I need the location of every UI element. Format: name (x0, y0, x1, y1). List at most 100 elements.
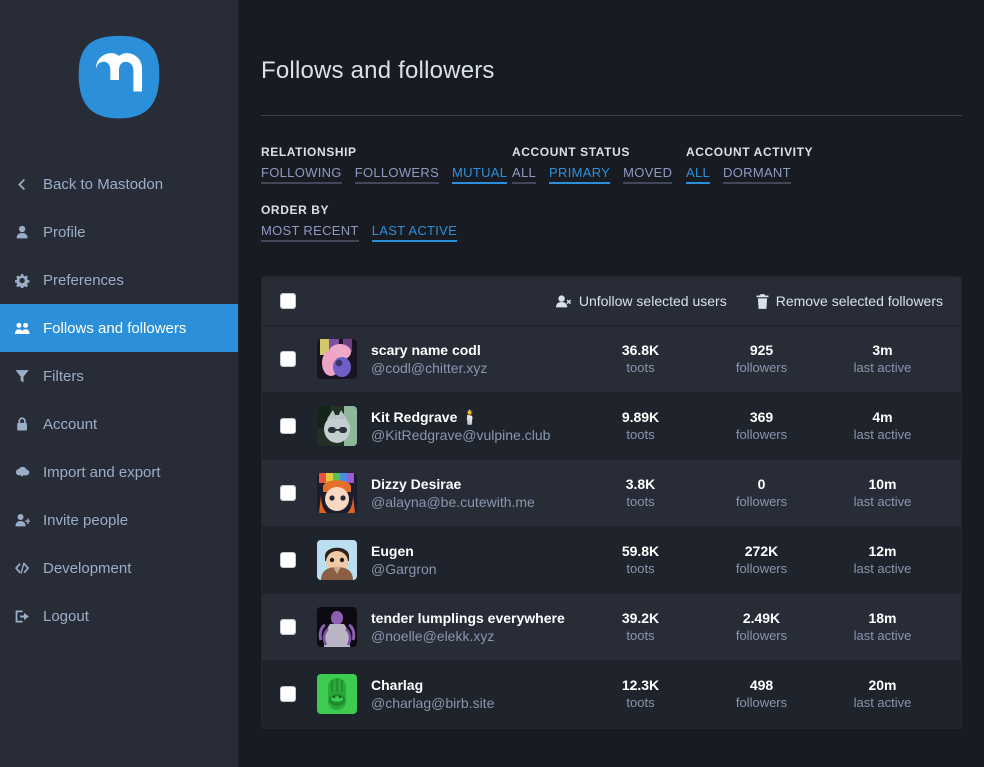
candle-icon: 🕯️ (457, 409, 478, 425)
sidebar-item-follows-and-followers[interactable]: Follows and followers (0, 304, 238, 352)
last-active-stat-label: last active (822, 493, 943, 511)
toots-stat: 59.8Ktoots (580, 543, 701, 578)
sidebar-item-logout[interactable]: Logout (0, 592, 238, 640)
filter-group-account-activity: ACCOUNT ACTIVITYALLDORMANT (686, 145, 886, 184)
user-times-icon (556, 294, 572, 308)
filter-panel: RELATIONSHIPFOLLOWINGFOLLOWERSMUTUALACCO… (261, 145, 962, 265)
last-active-stat-value: 20m (822, 677, 943, 694)
avatar (317, 674, 357, 714)
sidebar-item-import-and-export[interactable]: Import and export (0, 448, 238, 496)
filter-option-account-status-primary[interactable]: PRIMARY (549, 165, 610, 184)
table-row[interactable]: tender lumplings everywhere@noelle@elekk… (262, 594, 961, 661)
followers-stat: 2.49Kfollowers (701, 610, 822, 645)
row-checkbox-cell (280, 619, 317, 635)
last-active-stat: 3mlast active (822, 342, 943, 377)
last-active-stat-label: last active (822, 359, 943, 377)
filter-option-order-by-last-active[interactable]: LAST ACTIVE (372, 223, 457, 242)
filter-options: ALL DORMANT (686, 165, 886, 184)
table-row[interactable]: Dizzy Desirae@alayna@be.cutewith.me3.8Kt… (262, 460, 961, 527)
account-display-name: Charlag (371, 677, 580, 694)
remove-selected-followers-button[interactable]: Remove selected followers (756, 293, 943, 309)
row-select-checkbox[interactable] (280, 418, 296, 434)
row-select-checkbox[interactable] (280, 619, 296, 635)
account-display-name: Eugen (371, 543, 580, 560)
sidebar-item-label: Logout (43, 608, 89, 625)
row-checkbox-cell (280, 418, 317, 434)
account-identity: Charlag@charlag@birb.site (371, 677, 580, 712)
sidebar-item-label: Import and export (43, 464, 161, 481)
last-active-stat: 12mlast active (822, 543, 943, 578)
sidebar-item-account[interactable]: Account (0, 400, 238, 448)
filter-option-relationship-mutual[interactable]: MUTUAL (452, 165, 507, 184)
avatar (317, 406, 357, 446)
table-row[interactable]: Eugen@Gargron59.8Ktoots272Kfollowers12ml… (262, 527, 961, 594)
followers-stat-value: 0 (701, 476, 822, 493)
sidebar-item-preferences[interactable]: Preferences (0, 256, 238, 304)
table-row[interactable]: Kit Redgrave 🕯️@KitRedgrave@vulpine.club… (262, 393, 961, 460)
account-display-name: Dizzy Desirae (371, 476, 580, 493)
row-select-checkbox[interactable] (280, 351, 296, 367)
sidebar-item-back-to-mastodon[interactable]: Back to Mastodon (0, 160, 238, 208)
filter-option-account-activity-dormant[interactable]: DORMANT (723, 165, 791, 184)
filter-group-title: ACCOUNT STATUS (512, 145, 686, 159)
select-all-checkbox[interactable] (280, 293, 296, 309)
filter-options: ALL PRIMARY MOVED (512, 165, 686, 184)
chevron-left-icon (15, 177, 37, 192)
toots-stat-label: toots (580, 426, 701, 444)
toots-stat-label: toots (580, 493, 701, 511)
sign-out-icon (15, 609, 37, 624)
sidebar-item-label: Follows and followers (43, 320, 186, 337)
unfollow-selected-users-button[interactable]: Unfollow selected users (556, 293, 727, 309)
followers-stat: 925followers (701, 342, 822, 377)
filter-option-account-status-all[interactable]: ALL (512, 165, 536, 184)
row-checkbox-cell (280, 351, 317, 367)
followers-stat: 272Kfollowers (701, 543, 822, 578)
toots-stat-value: 3.8K (580, 476, 701, 493)
sidebar-item-label: Preferences (43, 272, 124, 289)
table-row[interactable]: scary name codl@codl@chitter.xyz36.8Ktoo… (262, 326, 961, 393)
last-active-stat-value: 12m (822, 543, 943, 560)
filter-option-relationship-following[interactable]: FOLLOWING (261, 165, 342, 184)
followers-stat-label: followers (701, 627, 822, 645)
unfollow-selected-users-label: Unfollow selected users (579, 293, 727, 309)
followers-stat-label: followers (701, 694, 822, 712)
last-active-stat-value: 10m (822, 476, 943, 493)
main-content: Follows and followers RELATIONSHIPFOLLOW… (239, 0, 984, 767)
followers-stat: 369followers (701, 409, 822, 444)
account-handle: @codl@chitter.xyz (371, 359, 580, 377)
followers-stat-label: followers (701, 493, 822, 511)
table-row[interactable]: Charlag@charlag@birb.site12.3Ktoots498fo… (262, 661, 961, 728)
row-select-checkbox[interactable] (280, 686, 296, 702)
sidebar-item-label: Back to Mastodon (43, 176, 163, 193)
sidebar-item-development[interactable]: Development (0, 544, 238, 592)
followers-stat: 0followers (701, 476, 822, 511)
sidebar-item-label: Filters (43, 368, 84, 385)
lock-icon (15, 417, 37, 432)
title-divider (261, 115, 962, 116)
user-plus-icon (15, 513, 37, 528)
toots-stat-value: 59.8K (580, 543, 701, 560)
filter-option-order-by-most-recent[interactable]: MOST RECENT (261, 223, 359, 242)
filter-option-account-status-moved[interactable]: MOVED (623, 165, 672, 184)
last-active-stat-label: last active (822, 560, 943, 578)
row-checkbox-cell (280, 485, 317, 501)
sidebar-item-invite-people[interactable]: Invite people (0, 496, 238, 544)
avatar (317, 607, 357, 647)
row-select-checkbox[interactable] (280, 485, 296, 501)
sidebar-item-label: Account (43, 416, 97, 433)
account-display-name-text: tender lumplings everywhere (371, 610, 565, 626)
filter-group-title: ORDER BY (261, 203, 512, 217)
code-icon (15, 561, 37, 576)
table-toolbar: Unfollow selected users Remove selected … (262, 277, 961, 326)
followers-stat-value: 272K (701, 543, 822, 560)
filter-option-relationship-followers[interactable]: FOLLOWERS (355, 165, 439, 184)
filter-options: MOST RECENT LAST ACTIVE (261, 223, 512, 242)
gear-icon (15, 273, 37, 288)
sidebar-item-profile[interactable]: Profile (0, 208, 238, 256)
toots-stat-label: toots (580, 359, 701, 377)
user-icon (15, 225, 37, 240)
row-select-checkbox[interactable] (280, 552, 296, 568)
filter-option-account-activity-all[interactable]: ALL (686, 165, 710, 184)
filter-row-order: ORDER BY MOST RECENT LAST ACTIVE (261, 203, 962, 242)
sidebar-item-filters[interactable]: Filters (0, 352, 238, 400)
